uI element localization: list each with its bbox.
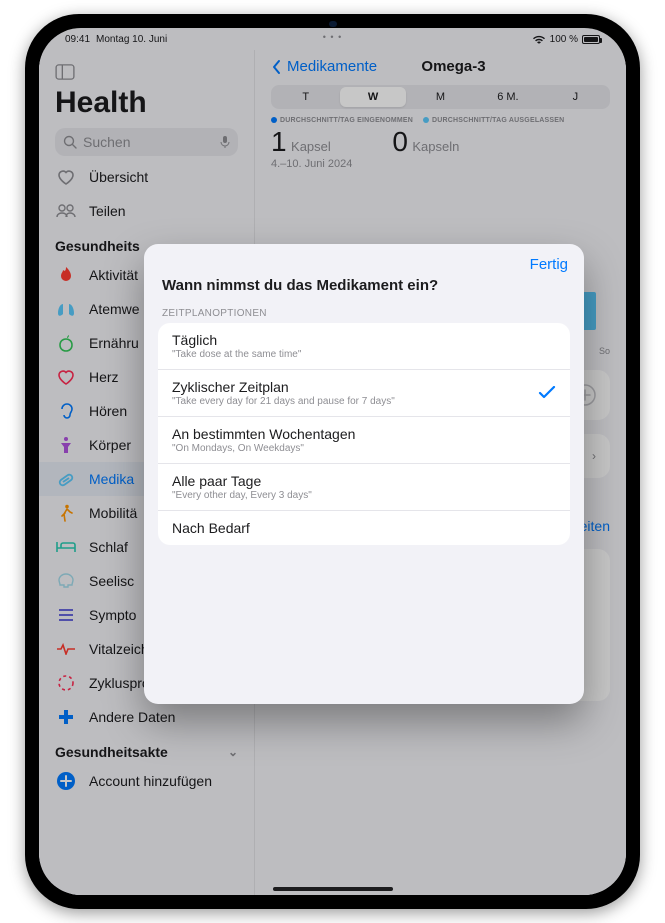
home-indicator[interactable]	[273, 887, 393, 891]
option-subtitle: "On Mondays, On Weekdays"	[172, 443, 355, 454]
option-title: Nach Bedarf	[172, 520, 250, 536]
option-title: Täglich	[172, 332, 301, 348]
schedule-sheet: Fertig Wann nimmst du das Medikament ein…	[144, 244, 584, 704]
done-button[interactable]: Fertig	[530, 256, 568, 273]
schedule-option[interactable]: Alle paar Tage"Every other day, Every 3 …	[158, 464, 570, 511]
sheet-group-title: Zeitplanoptionen	[144, 302, 584, 323]
schedule-option[interactable]: Täglich"Take dose at the same time"	[158, 323, 570, 370]
ipad-screen: 09:41 Montag 10. Juni • • • 100 % Health…	[39, 28, 626, 895]
schedule-option[interactable]: An bestimmten Wochentagen"On Mondays, On…	[158, 417, 570, 464]
option-subtitle: "Take dose at the same time"	[172, 349, 301, 360]
option-title: Zyklischer Zeitplan	[172, 379, 395, 395]
option-subtitle: "Every other day, Every 3 days"	[172, 490, 312, 501]
camera-indicator	[329, 21, 337, 27]
option-title: An bestimmten Wochentagen	[172, 426, 355, 442]
sheet-question: Wann nimmst du das Medikament ein?	[144, 275, 584, 302]
schedule-option[interactable]: Zyklischer Zeitplan"Take every day for 2…	[158, 370, 570, 417]
schedule-option-list: Täglich"Take dose at the same time"Zykli…	[158, 323, 570, 545]
schedule-option[interactable]: Nach Bedarf	[158, 511, 570, 545]
option-title: Alle paar Tage	[172, 473, 312, 489]
option-subtitle: "Take every day for 21 days and pause fo…	[172, 396, 395, 407]
ipad-frame: 09:41 Montag 10. Juni • • • 100 % Health…	[25, 14, 640, 909]
checkmark-icon	[538, 386, 556, 400]
